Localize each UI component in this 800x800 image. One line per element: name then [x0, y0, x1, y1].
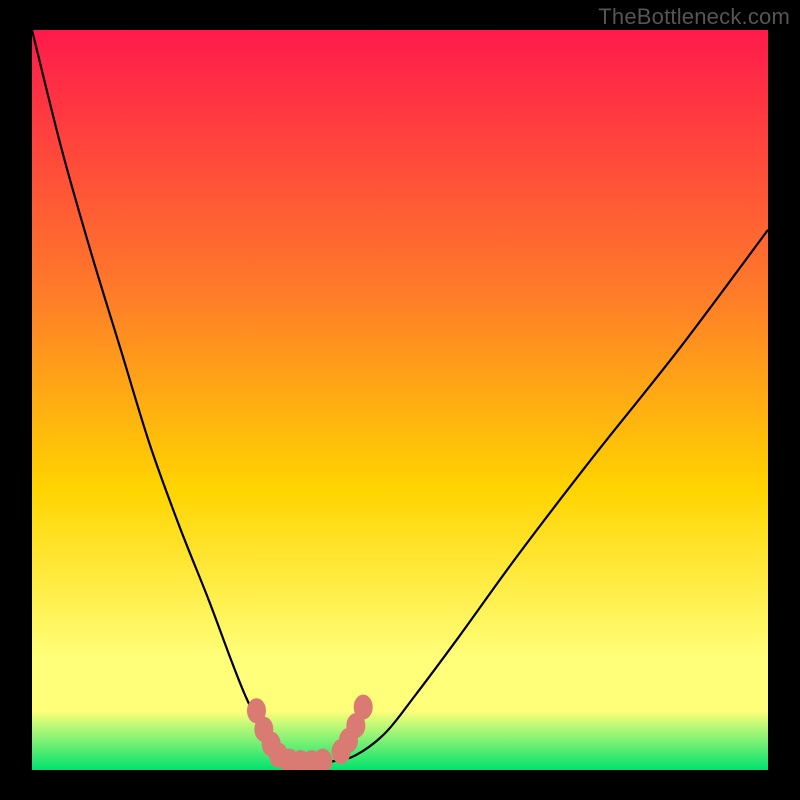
plot-area: [32, 30, 768, 770]
curve-markers: [247, 695, 372, 770]
chart-frame: TheBottleneck.com: [0, 0, 800, 800]
watermark-text: TheBottleneck.com: [598, 4, 790, 30]
bottleneck-curve: [32, 30, 768, 763]
marker-dot: [354, 695, 372, 719]
chart-svg: [32, 30, 768, 770]
marker-dot: [314, 749, 332, 770]
